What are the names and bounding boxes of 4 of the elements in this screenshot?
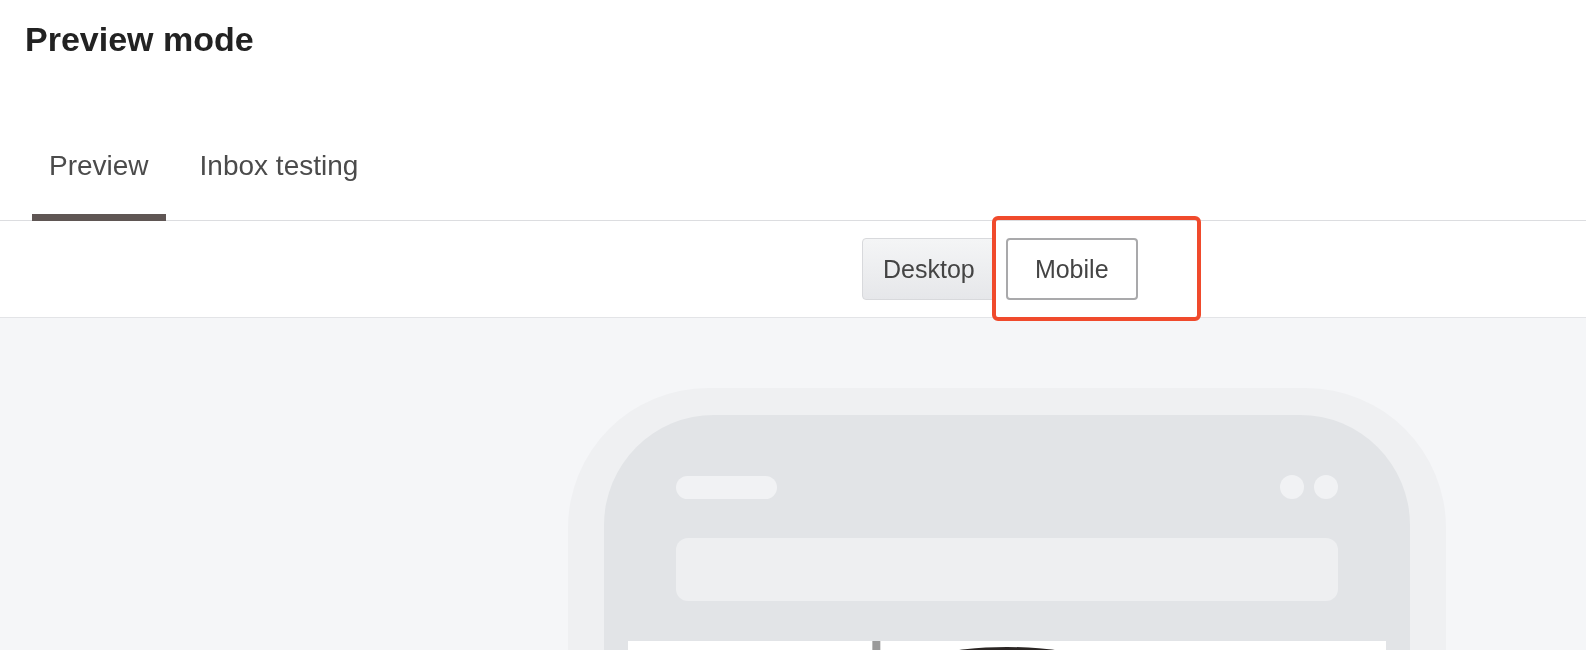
page-title: Preview mode — [24, 19, 255, 60]
tab[interactable]: Preview — [32, 138, 166, 221]
view-toggle-button[interactable]: Mobile — [1005, 238, 1138, 300]
tab[interactable]: Inbox testing — [199, 138, 359, 221]
